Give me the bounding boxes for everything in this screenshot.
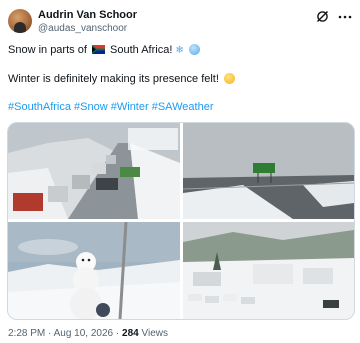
hashtag-link[interactable]: #Snow bbox=[74, 101, 108, 113]
meta-separator: · bbox=[115, 328, 120, 339]
grimacing-face-icon bbox=[223, 73, 235, 84]
photo-snowy-highway-sign[interactable] bbox=[183, 123, 354, 219]
media-grid bbox=[7, 122, 355, 320]
hashtag-link[interactable]: #Winter bbox=[111, 101, 149, 113]
tweet-meta: 2:28 PM · Aug 10, 2026 · 284 Views bbox=[8, 328, 168, 339]
views-label: Views bbox=[141, 328, 168, 339]
snowflake-icon: ❄ bbox=[175, 45, 184, 56]
hashtag-link[interactable]: #SAWeather bbox=[152, 101, 214, 113]
photo-snowy-road-trucks[interactable] bbox=[8, 123, 180, 219]
tweet-line-1: Snow in parts of South Africa! ❄ bbox=[8, 44, 200, 56]
meta-separator: · bbox=[48, 328, 52, 339]
author-handle[interactable]: @audas_vanschoor bbox=[38, 23, 127, 34]
avatar[interactable] bbox=[8, 9, 32, 33]
more-options-icon[interactable] bbox=[338, 15, 352, 19]
cold-face-icon bbox=[188, 44, 200, 55]
photo-snowy-parking-lot[interactable] bbox=[183, 222, 354, 319]
hashtag-link[interactable]: #SouthAfrica bbox=[8, 101, 71, 113]
grok-icon[interactable] bbox=[316, 10, 329, 23]
tweet-text-2: Winter is definitely making its presence… bbox=[8, 73, 219, 85]
author-name[interactable]: Audrin Van Schoor bbox=[38, 9, 137, 21]
tweet-date[interactable]: Aug 10, 2026 bbox=[54, 328, 114, 339]
south-africa-flag-icon bbox=[91, 45, 105, 54]
tweet-text-1: Snow in parts of bbox=[8, 44, 87, 56]
tweet-time[interactable]: 2:28 PM bbox=[8, 328, 45, 339]
views-count: 284 bbox=[122, 328, 139, 339]
photo-snowman[interactable] bbox=[8, 222, 180, 319]
tweet-line-2: Winter is definitely making its presence… bbox=[8, 73, 235, 85]
hashtags: #SouthAfrica #Snow #Winter #SAWeather bbox=[8, 101, 213, 113]
tweet-country: South Africa! bbox=[110, 44, 173, 56]
